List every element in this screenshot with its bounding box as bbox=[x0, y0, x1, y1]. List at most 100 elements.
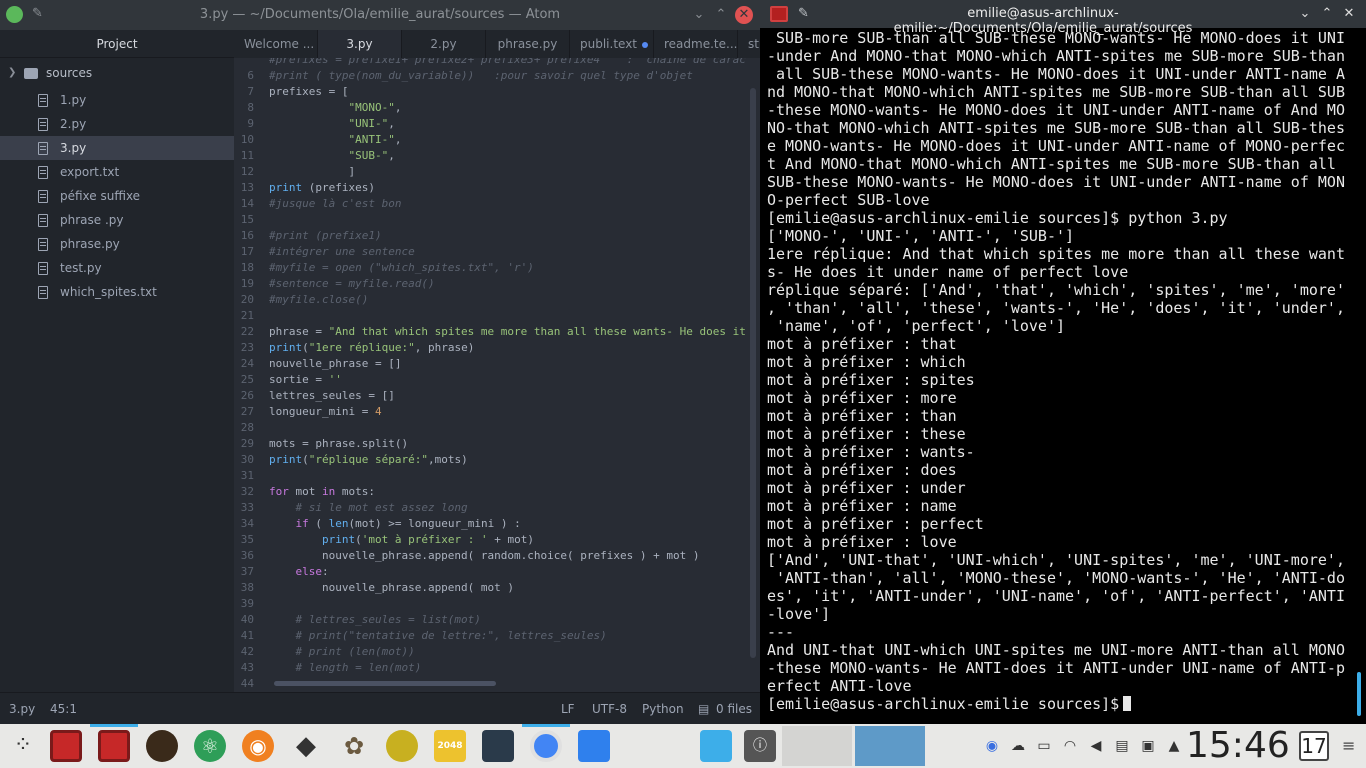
tree-file-export[interactable]: export.txt bbox=[0, 160, 234, 184]
code-line[interactable]: 14 #jusque là c'est bon bbox=[234, 196, 754, 212]
game-2048-icon[interactable]: 2048 bbox=[434, 730, 466, 762]
code-line[interactable]: 22 phrase = "And that which spites me mor… bbox=[234, 324, 754, 340]
info-task-icon[interactable]: ⓘ bbox=[744, 730, 776, 762]
code-line[interactable]: 11 "SUB-", bbox=[234, 148, 754, 164]
code-line[interactable]: 40 # lettres_seules = list(mot) bbox=[234, 612, 754, 628]
code-line[interactable]: 6 #print ( type(nom_du_variable)) :pour s… bbox=[234, 68, 754, 84]
code-line[interactable]: 26 lettres_seules = [] bbox=[234, 388, 754, 404]
status-file-name[interactable]: 3.py bbox=[9, 693, 35, 725]
tree-file-2py[interactable]: 2.py bbox=[0, 112, 234, 136]
tree-file-which-spites[interactable]: which_spites.txt bbox=[0, 280, 234, 304]
code-line[interactable]: 25 sortie = '' bbox=[234, 372, 754, 388]
status-grammar[interactable]: Python bbox=[642, 693, 684, 725]
tree-file-1py[interactable]: 1.py bbox=[0, 88, 234, 112]
calendar-date[interactable]: 17 bbox=[1299, 731, 1329, 761]
tab-2py[interactable]: 2.py bbox=[402, 30, 486, 58]
code-line[interactable]: 41 # print("tentative de lettre:", lettr… bbox=[234, 628, 754, 644]
minimize-chevron-icon[interactable]: ⌄ bbox=[1296, 5, 1314, 23]
code-line[interactable]: 18 #myfile = open ("which_spites.txt", 'r… bbox=[234, 260, 754, 276]
terminal-app-icon[interactable] bbox=[770, 6, 788, 22]
code-line[interactable]: 33 # si le mot est assez long bbox=[234, 500, 754, 516]
tab-phrasepy[interactable]: phrase.py bbox=[486, 30, 570, 58]
code-line[interactable]: 34 if ( len(mot) >= longueur_mini ) : bbox=[234, 516, 754, 532]
code-line[interactable]: 43 # length = len(mot) bbox=[234, 660, 754, 676]
code-line[interactable]: 35 print('mot à préfixer : ' + mot) bbox=[234, 532, 754, 548]
terminal-task-icon[interactable] bbox=[98, 730, 130, 762]
app-launcher-icon[interactable]: ⁘ bbox=[7, 730, 39, 762]
gimp-icon[interactable]: ✿ bbox=[338, 730, 370, 762]
code-line[interactable]: 19 #sentence = myfile.read() bbox=[234, 276, 754, 292]
code-line[interactable]: 28 bbox=[234, 420, 754, 436]
volume-icon[interactable]: ◀ bbox=[1086, 736, 1106, 756]
code-line[interactable]: 24 nouvelle_phrase = [] bbox=[234, 356, 754, 372]
tree-file-phrase-space[interactable]: phrase .py bbox=[0, 208, 234, 232]
code-line[interactable]: #prefixes = prefixe1+ prefixe2+ prefixe3… bbox=[234, 58, 754, 68]
terminal-task-icon[interactable] bbox=[50, 730, 82, 762]
code-line[interactable]: 32 for mot in mots: bbox=[234, 484, 754, 500]
cloud-icon[interactable]: ☁ bbox=[1008, 736, 1028, 756]
atom-titlebar[interactable]: ✎ 3.py — ~/Documents/Ola/emilie_aurat/so… bbox=[0, 0, 760, 30]
tree-file-phrase[interactable]: phrase.py bbox=[0, 232, 234, 256]
chromium-icon[interactable] bbox=[530, 730, 562, 762]
code-line[interactable]: 29 mots = phrase.split() bbox=[234, 436, 754, 452]
terminal-titlebar[interactable]: ✎ emilie@asus-archlinux-emilie:~/Documen… bbox=[760, 0, 1366, 36]
file-manager-icon[interactable] bbox=[578, 730, 610, 762]
folder-sources[interactable]: ❯ sources bbox=[0, 58, 234, 88]
blender-icon[interactable]: ◉ bbox=[242, 730, 274, 762]
code-line[interactable]: 21 bbox=[234, 308, 754, 324]
hamburger-menu-icon[interactable]: ≡ bbox=[1342, 736, 1356, 755]
code-line[interactable]: 15 bbox=[234, 212, 754, 228]
lock-icon[interactable]: ▣ bbox=[1138, 736, 1158, 756]
virtual-desktop-2[interactable] bbox=[855, 726, 925, 766]
screen-recorder-icon[interactable] bbox=[482, 730, 514, 762]
chromium-tray-icon[interactable]: ◉ bbox=[982, 736, 1002, 756]
code-line[interactable]: 9 "UNI-", bbox=[234, 116, 754, 132]
status-cursor-position[interactable]: 45:1 bbox=[50, 693, 77, 725]
virtual-desktop-1[interactable] bbox=[782, 726, 852, 766]
code-line[interactable]: 36 nouvelle_phrase.append( random.choice… bbox=[234, 548, 754, 564]
tab-3py[interactable]: 3.py bbox=[318, 30, 402, 58]
code-line[interactable]: 20 #myfile.close() bbox=[234, 292, 754, 308]
code-line[interactable]: 42 # print (len(mot)) bbox=[234, 644, 754, 660]
code-line[interactable]: 10 "ANTI-", bbox=[234, 132, 754, 148]
close-icon[interactable]: ✕ bbox=[1340, 5, 1358, 23]
code-line[interactable]: 17 #intégrer une sentence bbox=[234, 244, 754, 260]
code-line[interactable]: 12 ] bbox=[234, 164, 754, 180]
horizontal-scrollbar[interactable] bbox=[274, 681, 496, 686]
inkscape-icon[interactable]: ◆ bbox=[290, 730, 322, 762]
status-line-ending[interactable]: LF bbox=[561, 693, 575, 725]
code-line[interactable]: 37 else: bbox=[234, 564, 754, 580]
battery-icon[interactable]: ▭ bbox=[1034, 736, 1054, 756]
code-line[interactable]: 31 bbox=[234, 468, 754, 484]
maximize-chevron-icon[interactable]: ⌃ bbox=[712, 6, 730, 24]
code-line[interactable]: 30 print("réplique séparé:",mots) bbox=[234, 452, 754, 468]
minimize-chevron-icon[interactable]: ⌄ bbox=[690, 6, 708, 24]
tab-readme[interactable]: readme.te... bbox=[654, 30, 738, 58]
code-line[interactable]: 7 prefixes = [ bbox=[234, 84, 754, 100]
terminal-scrollbar[interactable] bbox=[1357, 672, 1361, 716]
wifi-icon[interactable]: ◠ bbox=[1060, 736, 1080, 756]
code-line[interactable]: 39 bbox=[234, 596, 754, 612]
code-line[interactable]: 8 "MONO-", bbox=[234, 100, 754, 116]
tab-publi[interactable]: publi.text bbox=[570, 30, 654, 58]
code-line[interactable]: 38 nouvelle_phrase.append( mot ) bbox=[234, 580, 754, 596]
chevron-up-icon[interactable]: ▲ bbox=[1164, 736, 1184, 756]
atom-icon[interactable]: ⚛ bbox=[194, 730, 226, 762]
tab-welcome[interactable]: Welcome ... bbox=[234, 30, 318, 58]
tab-overflow[interactable]: st bbox=[738, 30, 760, 58]
vertical-scrollbar[interactable] bbox=[750, 88, 756, 658]
tree-file-prefixe[interactable]: péfixe suffixe bbox=[0, 184, 234, 208]
code-line[interactable]: 27 longueur_mini = 4 bbox=[234, 404, 754, 420]
maximize-chevron-icon[interactable]: ⌃ bbox=[1318, 5, 1336, 23]
tree-file-test[interactable]: test.py bbox=[0, 256, 234, 280]
close-button[interactable]: ✕ bbox=[735, 6, 753, 24]
ardour-icon[interactable] bbox=[146, 730, 178, 762]
clock[interactable]: 15:46 bbox=[1186, 726, 1290, 766]
status-encoding[interactable]: UTF-8 bbox=[592, 693, 627, 725]
pin-icon[interactable]: ✎ bbox=[798, 6, 809, 21]
code-line[interactable]: 23 print("1ere réplique:", phrase) bbox=[234, 340, 754, 356]
code-line[interactable]: 13 print (prefixes) bbox=[234, 180, 754, 196]
window-task-icon[interactable] bbox=[700, 730, 732, 762]
terminal-output[interactable]: SUB-more SUB-than all SUB-these MONO-wan… bbox=[767, 29, 1347, 719]
code-line[interactable]: 16 #print (prefixe1) bbox=[234, 228, 754, 244]
